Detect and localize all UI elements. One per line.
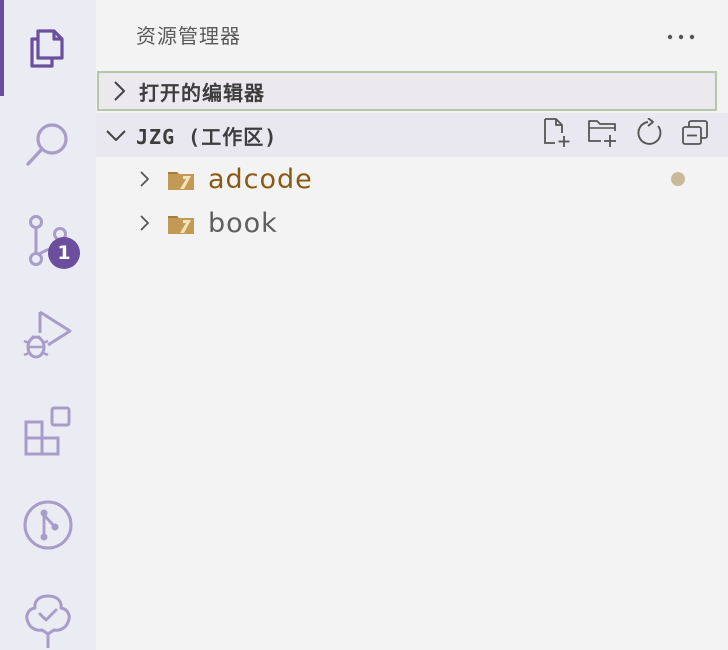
source-control-badge: 1 <box>48 237 80 269</box>
refresh-button[interactable] <box>626 113 672 157</box>
activity-source-control[interactable]: 1 <box>0 195 96 285</box>
sidebar-header: 资源管理器 <box>96 0 728 70</box>
chevron-right-icon <box>124 201 164 245</box>
chevron-right-icon <box>124 157 164 201</box>
chevron-down-icon <box>96 115 136 155</box>
git-graph-icon <box>22 499 74 551</box>
sidebar-title: 资源管理器 <box>136 24 241 48</box>
chevron-right-icon <box>99 71 139 111</box>
activity-bar: 1 <box>0 0 96 650</box>
activity-run-debug[interactable] <box>0 290 96 380</box>
modified-indicator <box>671 172 685 186</box>
ellipsis-icon <box>666 26 696 45</box>
tree-item-book[interactable]: book <box>96 201 728 245</box>
workspace-label: JZG (工作区) <box>136 124 278 149</box>
open-editors-label: 打开的编辑器 <box>139 80 265 105</box>
new-file-icon <box>541 117 573 153</box>
root-folder-icon <box>166 157 196 201</box>
tree-item-label: book <box>208 207 278 239</box>
new-folder-icon <box>587 117 619 153</box>
activity-testing[interactable] <box>0 575 96 650</box>
extensions-icon <box>22 404 74 456</box>
activity-extensions[interactable] <box>0 385 96 475</box>
explorer-sidebar: 资源管理器 打开的编辑器 JZG (工作区) adcode book <box>96 0 728 650</box>
more-actions-button[interactable] <box>664 22 698 48</box>
vscode-window: 1 资源管理器 打开的编辑器 JZG (工作区) adcode book <box>0 0 728 650</box>
new-file-button[interactable] <box>534 113 580 157</box>
section-open-editors[interactable]: 打开的编辑器 <box>97 71 717 111</box>
new-folder-button[interactable] <box>580 113 626 157</box>
search-icon <box>22 119 74 171</box>
files-icon <box>24 22 72 74</box>
collapse-all-icon <box>680 118 710 152</box>
activity-explorer[interactable] <box>0 0 96 96</box>
testing-tree-icon <box>22 592 74 648</box>
collapse-all-button[interactable] <box>672 113 718 157</box>
activity-git-graph[interactable] <box>0 480 96 570</box>
tree-item-adcode[interactable]: adcode <box>96 157 728 201</box>
refresh-icon <box>634 117 664 152</box>
section-workspace[interactable]: JZG (工作区) <box>96 113 728 157</box>
run-debug-icon <box>20 307 76 363</box>
tree-item-label: adcode <box>208 163 313 195</box>
workspace-actions <box>534 113 718 157</box>
activity-search[interactable] <box>0 100 96 190</box>
root-folder-icon <box>166 201 196 245</box>
